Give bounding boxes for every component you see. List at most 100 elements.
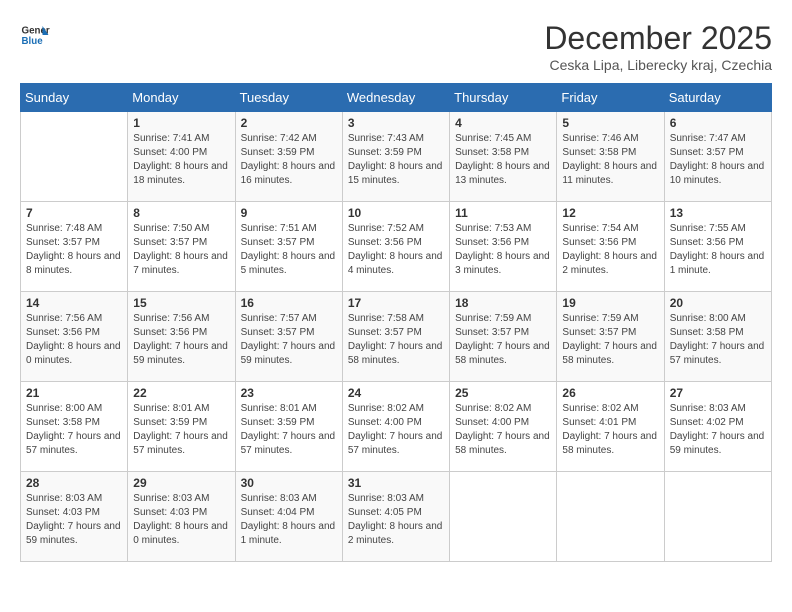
calendar-cell: 9 Sunrise: 7:51 AMSunset: 3:57 PMDayligh… — [235, 202, 342, 292]
day-number: 30 — [241, 476, 337, 490]
day-number: 20 — [670, 296, 766, 310]
day-info: Sunrise: 7:58 AMSunset: 3:57 PMDaylight:… — [348, 312, 444, 368]
col-monday: Monday — [128, 84, 235, 112]
day-info: Sunrise: 8:03 AMSunset: 4:02 PMDaylight:… — [670, 402, 766, 458]
col-sunday: Sunday — [21, 84, 128, 112]
calendar-table: Sunday Monday Tuesday Wednesday Thursday… — [20, 83, 772, 562]
calendar-cell: 1 Sunrise: 7:41 AMSunset: 4:00 PMDayligh… — [128, 112, 235, 202]
day-number: 11 — [455, 206, 551, 220]
calendar-cell: 19 Sunrise: 7:59 AMSunset: 3:57 PMDaylig… — [557, 292, 664, 382]
day-number: 5 — [562, 116, 658, 130]
calendar-week-4: 28 Sunrise: 8:03 AMSunset: 4:03 PMDaylig… — [21, 472, 772, 562]
day-info: Sunrise: 7:59 AMSunset: 3:57 PMDaylight:… — [562, 312, 658, 368]
day-number: 28 — [26, 476, 122, 490]
day-info: Sunrise: 7:42 AMSunset: 3:59 PMDaylight:… — [241, 132, 337, 188]
day-info: Sunrise: 7:48 AMSunset: 3:57 PMDaylight:… — [26, 222, 122, 278]
day-info: Sunrise: 7:54 AMSunset: 3:56 PMDaylight:… — [562, 222, 658, 278]
calendar-week-3: 21 Sunrise: 8:00 AMSunset: 3:58 PMDaylig… — [21, 382, 772, 472]
day-info: Sunrise: 7:41 AMSunset: 4:00 PMDaylight:… — [133, 132, 229, 188]
day-info: Sunrise: 7:47 AMSunset: 3:57 PMDaylight:… — [670, 132, 766, 188]
day-number: 6 — [670, 116, 766, 130]
calendar-cell: 11 Sunrise: 7:53 AMSunset: 3:56 PMDaylig… — [450, 202, 557, 292]
day-number: 12 — [562, 206, 658, 220]
calendar-cell: 22 Sunrise: 8:01 AMSunset: 3:59 PMDaylig… — [128, 382, 235, 472]
calendar-cell: 10 Sunrise: 7:52 AMSunset: 3:56 PMDaylig… — [342, 202, 449, 292]
calendar-cell — [21, 112, 128, 202]
svg-text:Blue: Blue — [22, 36, 44, 47]
day-number: 21 — [26, 386, 122, 400]
day-info: Sunrise: 7:43 AMSunset: 3:59 PMDaylight:… — [348, 132, 444, 188]
calendar-cell: 23 Sunrise: 8:01 AMSunset: 3:59 PMDaylig… — [235, 382, 342, 472]
calendar-cell: 6 Sunrise: 7:47 AMSunset: 3:57 PMDayligh… — [664, 112, 771, 202]
calendar-cell: 14 Sunrise: 7:56 AMSunset: 3:56 PMDaylig… — [21, 292, 128, 382]
calendar-cell: 13 Sunrise: 7:55 AMSunset: 3:56 PMDaylig… — [664, 202, 771, 292]
day-info: Sunrise: 8:01 AMSunset: 3:59 PMDaylight:… — [241, 402, 337, 458]
calendar-cell: 17 Sunrise: 7:58 AMSunset: 3:57 PMDaylig… — [342, 292, 449, 382]
day-info: Sunrise: 7:51 AMSunset: 3:57 PMDaylight:… — [241, 222, 337, 278]
calendar-cell: 2 Sunrise: 7:42 AMSunset: 3:59 PMDayligh… — [235, 112, 342, 202]
day-number: 19 — [562, 296, 658, 310]
day-number: 26 — [562, 386, 658, 400]
day-number: 10 — [348, 206, 444, 220]
day-info: Sunrise: 8:03 AMSunset: 4:04 PMDaylight:… — [241, 492, 337, 548]
calendar-cell: 27 Sunrise: 8:03 AMSunset: 4:02 PMDaylig… — [664, 382, 771, 472]
calendar-cell: 18 Sunrise: 7:59 AMSunset: 3:57 PMDaylig… — [450, 292, 557, 382]
calendar-cell: 16 Sunrise: 7:57 AMSunset: 3:57 PMDaylig… — [235, 292, 342, 382]
day-info: Sunrise: 8:01 AMSunset: 3:59 PMDaylight:… — [133, 402, 229, 458]
day-info: Sunrise: 7:59 AMSunset: 3:57 PMDaylight:… — [455, 312, 551, 368]
calendar-cell: 4 Sunrise: 7:45 AMSunset: 3:58 PMDayligh… — [450, 112, 557, 202]
day-number: 1 — [133, 116, 229, 130]
day-number: 17 — [348, 296, 444, 310]
calendar-cell: 21 Sunrise: 8:00 AMSunset: 3:58 PMDaylig… — [21, 382, 128, 472]
header-row: Sunday Monday Tuesday Wednesday Thursday… — [21, 84, 772, 112]
calendar-week-2: 14 Sunrise: 7:56 AMSunset: 3:56 PMDaylig… — [21, 292, 772, 382]
calendar-cell: 5 Sunrise: 7:46 AMSunset: 3:58 PMDayligh… — [557, 112, 664, 202]
day-info: Sunrise: 8:02 AMSunset: 4:00 PMDaylight:… — [455, 402, 551, 458]
day-number: 15 — [133, 296, 229, 310]
calendar-cell: 7 Sunrise: 7:48 AMSunset: 3:57 PMDayligh… — [21, 202, 128, 292]
calendar-cell: 24 Sunrise: 8:02 AMSunset: 4:00 PMDaylig… — [342, 382, 449, 472]
day-number: 3 — [348, 116, 444, 130]
day-number: 4 — [455, 116, 551, 130]
calendar-week-0: 1 Sunrise: 7:41 AMSunset: 4:00 PMDayligh… — [21, 112, 772, 202]
calendar-cell: 26 Sunrise: 8:02 AMSunset: 4:01 PMDaylig… — [557, 382, 664, 472]
calendar-cell — [450, 472, 557, 562]
calendar-cell — [664, 472, 771, 562]
day-info: Sunrise: 8:02 AMSunset: 4:01 PMDaylight:… — [562, 402, 658, 458]
day-info: Sunrise: 7:52 AMSunset: 3:56 PMDaylight:… — [348, 222, 444, 278]
day-info: Sunrise: 7:56 AMSunset: 3:56 PMDaylight:… — [133, 312, 229, 368]
day-info: Sunrise: 7:57 AMSunset: 3:57 PMDaylight:… — [241, 312, 337, 368]
day-number: 13 — [670, 206, 766, 220]
logo: General Blue — [20, 20, 50, 50]
day-number: 18 — [455, 296, 551, 310]
day-info: Sunrise: 7:55 AMSunset: 3:56 PMDaylight:… — [670, 222, 766, 278]
calendar-cell: 12 Sunrise: 7:54 AMSunset: 3:56 PMDaylig… — [557, 202, 664, 292]
day-number: 8 — [133, 206, 229, 220]
calendar-cell: 3 Sunrise: 7:43 AMSunset: 3:59 PMDayligh… — [342, 112, 449, 202]
col-saturday: Saturday — [664, 84, 771, 112]
month-title: December 2025 — [544, 20, 772, 57]
day-info: Sunrise: 7:46 AMSunset: 3:58 PMDaylight:… — [562, 132, 658, 188]
calendar-cell — [557, 472, 664, 562]
calendar-cell: 15 Sunrise: 7:56 AMSunset: 3:56 PMDaylig… — [128, 292, 235, 382]
day-number: 9 — [241, 206, 337, 220]
day-info: Sunrise: 8:02 AMSunset: 4:00 PMDaylight:… — [348, 402, 444, 458]
day-number: 23 — [241, 386, 337, 400]
day-number: 24 — [348, 386, 444, 400]
calendar-cell: 31 Sunrise: 8:03 AMSunset: 4:05 PMDaylig… — [342, 472, 449, 562]
day-number: 29 — [133, 476, 229, 490]
title-section: December 2025 Ceska Lipa, Liberecky kraj… — [544, 20, 772, 73]
day-info: Sunrise: 7:50 AMSunset: 3:57 PMDaylight:… — [133, 222, 229, 278]
day-number: 2 — [241, 116, 337, 130]
day-number: 14 — [26, 296, 122, 310]
day-number: 7 — [26, 206, 122, 220]
day-info: Sunrise: 8:03 AMSunset: 4:03 PMDaylight:… — [26, 492, 122, 548]
day-number: 16 — [241, 296, 337, 310]
calendar-cell: 29 Sunrise: 8:03 AMSunset: 4:03 PMDaylig… — [128, 472, 235, 562]
header: General Blue December 2025 Ceska Lipa, L… — [20, 20, 772, 73]
col-thursday: Thursday — [450, 84, 557, 112]
calendar-cell: 20 Sunrise: 8:00 AMSunset: 3:58 PMDaylig… — [664, 292, 771, 382]
day-number: 31 — [348, 476, 444, 490]
day-info: Sunrise: 7:56 AMSunset: 3:56 PMDaylight:… — [26, 312, 122, 368]
logo-icon: General Blue — [20, 20, 50, 50]
